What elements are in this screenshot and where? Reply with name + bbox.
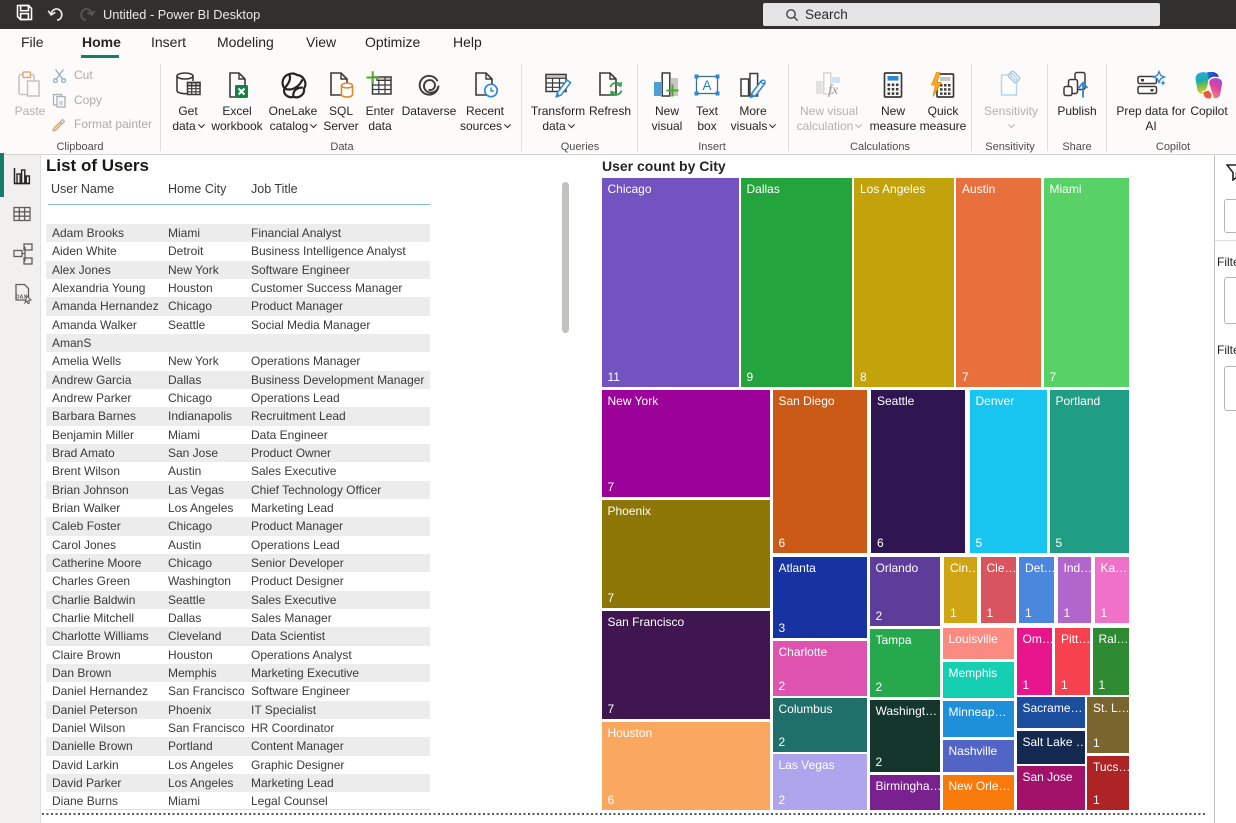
- svg-text:A: A: [702, 78, 711, 93]
- svg-text:fx: fx: [828, 83, 839, 98]
